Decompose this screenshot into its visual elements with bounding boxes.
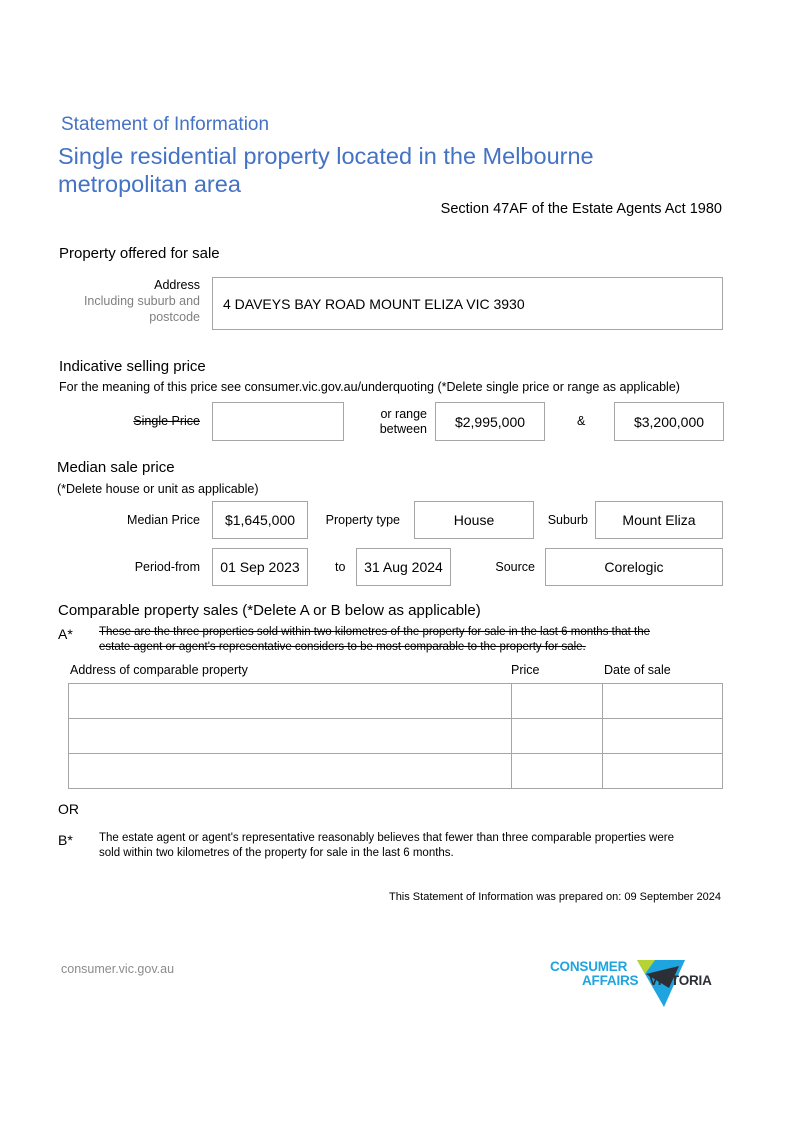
logo-text-affairs: AFFAIRS — [582, 973, 639, 988]
period-to-field[interactable]: 31 Aug 2024 — [356, 548, 451, 586]
title-line-1: Single residential property located in t… — [58, 143, 594, 169]
option-a-text-1: These are the three properties sold with… — [99, 626, 651, 638]
option-b-marker: B* — [58, 832, 73, 848]
act-reference: Section 47AF of the Estate Agents Act 19… — [440, 201, 722, 217]
option-a-text-2: estate agent or agent's representative c… — [99, 641, 586, 653]
address-field[interactable]: 4 DAVEYS BAY ROAD MOUNT ELIZA VIC 3930 — [212, 277, 723, 330]
option-a-text: These are the three properties sold with… — [99, 625, 650, 655]
or-label: OR — [58, 801, 79, 817]
document-kicker: Statement of Information — [61, 114, 270, 135]
table-row — [68, 683, 723, 719]
option-b-text: The estate agent or agent's representati… — [99, 831, 674, 861]
logo-text-consumer: CONSUMER — [550, 959, 628, 974]
address-label-group: Address Including suburb and postcode — [84, 277, 200, 325]
median-price-field[interactable]: $1,645,000 — [212, 501, 308, 539]
column-header-date: Date of sale — [604, 663, 671, 677]
section-title-comparable: Comparable property sales (*Delete A or … — [58, 602, 481, 619]
median-price-label: Median Price — [127, 513, 200, 527]
option-b-text-1: The estate agent or agent's representati… — [99, 832, 674, 844]
table-row — [68, 753, 723, 789]
comparable-price-cell[interactable] — [511, 718, 603, 754]
table-row — [68, 718, 723, 754]
option-b-text-2: sold within two kilometres of the proper… — [99, 847, 454, 859]
title-line-2: metropolitan area — [58, 171, 241, 197]
footer-website-link[interactable]: consumer.vic.gov.au — [61, 962, 174, 976]
section-title-indicative: Indicative selling price — [59, 358, 206, 375]
comparable-price-cell[interactable] — [511, 683, 603, 719]
source-label: Source — [495, 560, 535, 574]
address-sublabel-2: postcode — [149, 310, 200, 324]
section-title-median: Median sale price — [57, 459, 175, 476]
range-low-field[interactable]: $2,995,000 — [435, 402, 545, 441]
single-price-field[interactable] — [212, 402, 344, 441]
consumer-affairs-victoria-logo: CONSUMER AFFAIRS VICTORIA — [549, 958, 729, 1010]
prepared-date: This Statement of Information was prepar… — [388, 891, 721, 903]
comparable-address-cell[interactable] — [68, 683, 512, 719]
address-sublabel-1: Including suburb and — [83, 294, 200, 308]
section-title-property: Property offered for sale — [59, 245, 220, 262]
document-title: Single residential property located in t… — [58, 142, 594, 198]
indicative-note: For the meaning of this price see consum… — [59, 380, 680, 394]
property-type-label: Property type — [325, 513, 400, 527]
comparable-date-cell[interactable] — [602, 683, 723, 719]
period-from-field[interactable]: 01 Sep 2023 — [212, 548, 308, 586]
comparable-date-cell[interactable] — [602, 718, 723, 754]
range-label-2: between — [379, 422, 427, 436]
property-type-field[interactable]: House — [414, 501, 534, 539]
comparable-price-cell[interactable] — [511, 753, 603, 789]
address-label: Address — [154, 278, 200, 292]
column-header-address: Address of comparable property — [70, 663, 248, 677]
option-a-marker: A* — [58, 626, 73, 642]
comparable-date-cell[interactable] — [602, 753, 723, 789]
comparable-address-cell[interactable] — [68, 718, 512, 754]
comparable-address-cell[interactable] — [68, 753, 512, 789]
median-note: (*Delete house or unit as applicable) — [57, 482, 259, 496]
range-high-field[interactable]: $3,200,000 — [614, 402, 724, 441]
range-label-1: or range — [380, 407, 427, 421]
period-to-label: to — [335, 560, 346, 574]
single-price-label: Single Price — [133, 414, 200, 428]
source-field[interactable]: Corelogic — [545, 548, 723, 586]
range-label: or range between — [380, 407, 427, 437]
period-from-label: Period-from — [134, 560, 200, 574]
suburb-field[interactable]: Mount Eliza — [595, 501, 723, 539]
column-header-price: Price — [511, 663, 540, 677]
logo-text-victoria: VICTORIA — [649, 973, 712, 988]
suburb-label: Suburb — [547, 513, 588, 527]
range-separator: & — [577, 414, 586, 428]
comparable-table — [68, 683, 723, 789]
